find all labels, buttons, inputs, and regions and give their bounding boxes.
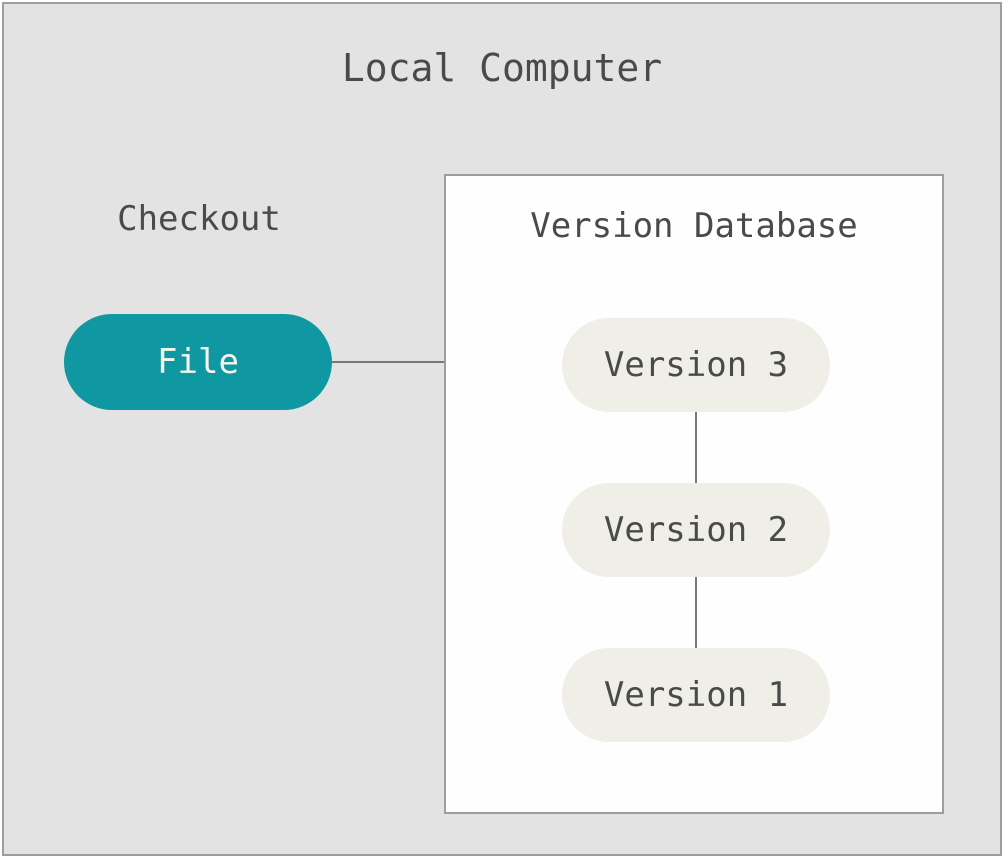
local-computer-frame: Local Computer Checkout File Version Dat… <box>2 2 1002 856</box>
file-node: File <box>64 314 332 410</box>
version-3-label: Version 3 <box>604 345 788 385</box>
version-1-label: Version 1 <box>604 675 788 715</box>
version-2-label: Version 2 <box>604 510 788 550</box>
checkout-label: Checkout <box>64 199 334 239</box>
main-title: Local Computer <box>4 46 1000 90</box>
version-3-node: Version 3 <box>562 318 830 412</box>
version-2-node: Version 2 <box>562 483 830 577</box>
version-database-title: Version Database <box>446 206 942 246</box>
file-node-label: File <box>157 342 239 382</box>
version-database-box: Version Database Version 3 Version 2 Ver… <box>444 174 944 814</box>
version-1-node: Version 1 <box>562 648 830 742</box>
connector-v3-to-v2 <box>695 412 697 483</box>
connector-v2-to-v1 <box>695 577 697 648</box>
